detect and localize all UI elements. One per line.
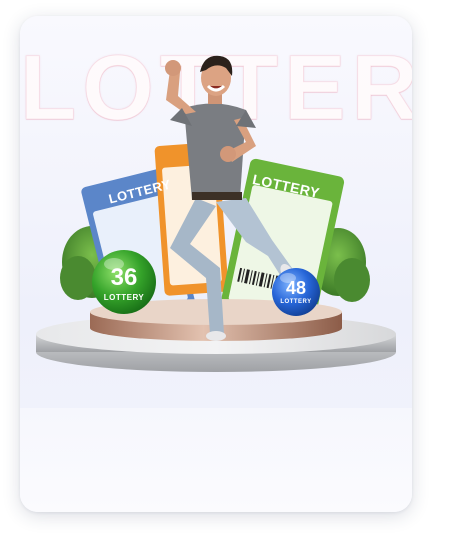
green-ball-number: 36: [110, 264, 138, 291]
blue-ball-number: 48: [285, 278, 307, 298]
blue-ball-label: LOTTERY: [280, 299, 312, 305]
lottery-illustration: [36, 55, 396, 372]
green-ball-label: LOTTERY: [103, 293, 145, 302]
promo-card: LOTTERY LOTTERY 36 LOTTERY 48 LOTTERY: [20, 16, 412, 512]
card-footer-area: [20, 408, 412, 512]
